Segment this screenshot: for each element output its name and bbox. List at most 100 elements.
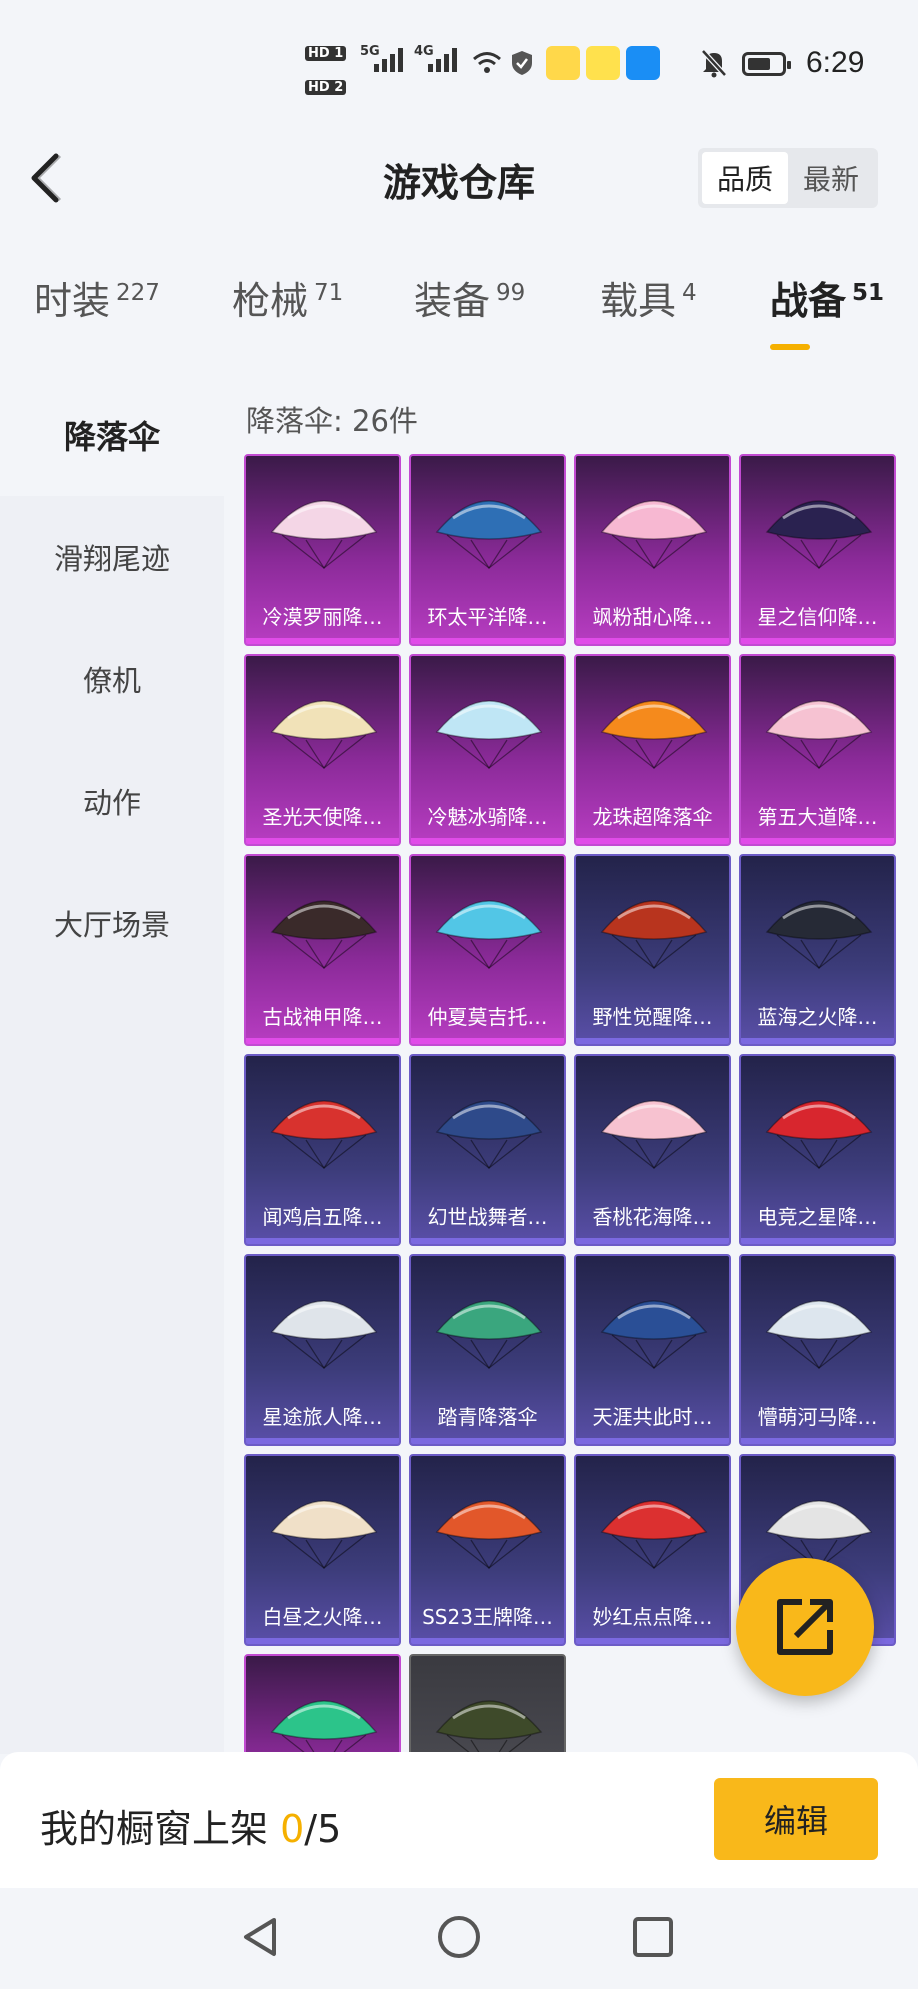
showcase-label: 我的橱窗上架 [40,1807,281,1851]
rarity-bar [576,1638,729,1644]
rarity-bar [741,1038,894,1044]
parachute-icon [600,700,708,770]
sort-toggle: 品质 最新 [698,148,878,208]
tab-vehicles[interactable]: 载具 4 [600,270,697,325]
parachute-name: 星之信仰降… [757,605,878,629]
parachute-icon [435,700,543,770]
item-grid-panel: 降落伞: 26件 冷漠罗丽降… 环太平洋降… 飒粉甜心降… 星之信仰降… 圣光天使降… 冷… [224,374,918,1754]
parachute-name: 香桃花海降… [592,1205,713,1229]
rarity-bar [411,638,564,644]
status-bar: HD 1 HD 2 5G 4G 6:29 [0,0,918,130]
parachute-card[interactable]: 飒粉甜心降… [574,454,731,646]
parachute-card[interactable] [244,1654,401,1754]
parachute-card[interactable]: 踏青降落伞 [409,1254,566,1446]
battery-icon [742,52,791,76]
parachute-name: 仲夏莫吉托… [427,1005,548,1029]
parachute-name: 闻鸡启五降… [262,1205,383,1229]
showcase-status: 我的橱窗上架 0/5 [40,1798,341,1853]
parachute-name: 冷魅冰骑降… [427,805,548,829]
rarity-bar [576,1238,729,1244]
tab-label: 战备 [770,279,847,323]
parachute-card[interactable]: 龙珠超降落伞 [574,654,731,846]
parachute-name: 龙珠超降落伞 [592,805,713,829]
parachute-icon [435,1500,543,1570]
parachute-icon [765,700,873,770]
parachute-icon [435,1300,543,1370]
parachute-icon [600,900,708,970]
rarity-bar [411,838,564,844]
parachute-icon [435,1700,543,1754]
parachute-card[interactable]: 妙红点点降… [574,1454,731,1646]
sort-newest-button[interactable]: 最新 [788,152,874,204]
parachute-card[interactable]: 第五大道降… [739,654,896,846]
rarity-bar [576,638,729,644]
sort-quality-button[interactable]: 品质 [702,152,788,204]
parachute-card[interactable]: 天涯共此时… [574,1254,731,1446]
parachute-card[interactable]: 幻世战舞者… [409,1054,566,1246]
rarity-bar [246,1238,399,1244]
parachute-icon [600,1500,708,1570]
parachute-icon [435,1100,543,1170]
bulb-icon [626,46,660,80]
parachute-card[interactable]: 冷漠罗丽降… [244,454,401,646]
parachute-icon [270,1500,378,1570]
parachute-name: 懵萌河马降… [757,1405,878,1429]
parachute-card[interactable]: 懵萌河马降… [739,1254,896,1446]
nav-back-icon[interactable] [238,1914,284,1960]
sidebar-item-wingman[interactable]: 僚机 [0,618,224,740]
parachute-card[interactable]: 星之信仰降… [739,454,896,646]
parachute-name: 天涯共此时… [592,1405,713,1429]
tab-fashion[interactable]: 时装 227 [34,270,160,325]
app-notification-icon [586,46,620,80]
parachute-icon [765,1100,873,1170]
parachute-card[interactable]: 星途旅人降… [244,1254,401,1446]
tab-count: 4 [682,280,697,306]
parachute-card[interactable]: 野性觉醒降… [574,854,731,1046]
rarity-bar [411,1438,564,1444]
parachute-card[interactable]: 仲夏莫吉托… [409,854,566,1046]
tab-label: 装备 [414,279,491,323]
parachute-icon [270,1700,378,1754]
parachute-card[interactable]: 闻鸡启五降… [244,1054,401,1246]
parachute-card[interactable]: 环太平洋降… [409,454,566,646]
parachute-card[interactable]: 香桃花海降… [574,1054,731,1246]
rarity-bar [246,1638,399,1644]
sidebar-item-emote[interactable]: 动作 [0,740,224,862]
wifi-icon [473,52,501,73]
tab-battle-supplies[interactable]: 战备 51 [770,270,884,325]
hd-icon: HD 1 [305,46,347,61]
parachute-icon [435,500,543,570]
sidebar-item-lobby-scene[interactable]: 大厅场景 [0,862,224,984]
status-time: 6:29 [806,46,865,79]
parachute-icon [765,1300,873,1370]
sidebar-item-glide-trail[interactable]: 滑翔尾迹 [0,496,224,618]
parachute-name: 野性觉醒降… [592,1005,713,1029]
share-button[interactable] [736,1558,874,1696]
rarity-bar [246,1438,399,1444]
tab-count: 227 [116,280,160,306]
parachute-card[interactable]: 蓝海之火降… [739,854,896,1046]
parachute-card[interactable]: 电竞之星降… [739,1054,896,1246]
nav-recents-icon[interactable] [630,1914,676,1960]
item-count-label: 降落伞: 26件 [246,404,418,438]
parachute-name: 环太平洋降… [427,605,548,629]
parachute-card[interactable]: SS23王牌降… [409,1454,566,1646]
nav-home-icon[interactable] [436,1914,482,1960]
parachute-card[interactable]: 冷魅冰骑降… [409,654,566,846]
tab-firearms[interactable]: 枪械 71 [232,270,343,325]
sidebar-item-parachute[interactable]: 降落伞 [0,374,224,496]
parachute-name: 飒粉甜心降… [592,605,713,629]
tab-equipment[interactable]: 装备 99 [414,270,525,325]
parachute-card[interactable]: 古战神甲降… [244,854,401,1046]
rarity-bar [576,1038,729,1044]
parachute-card[interactable]: 圣光天使降… [244,654,401,846]
parachute-icon [600,500,708,570]
parachute-card[interactable] [409,1654,566,1754]
parachute-card[interactable]: 白昼之火降… [244,1454,401,1646]
shield-icon [512,51,532,75]
parachute-name: 白昼之火降… [262,1605,383,1629]
tab-label: 枪械 [232,279,309,323]
edit-button[interactable]: 编辑 [714,1778,878,1860]
rarity-bar [411,1038,564,1044]
showcase-bar: 我的橱窗上架 0/5 编辑 [0,1752,918,1888]
